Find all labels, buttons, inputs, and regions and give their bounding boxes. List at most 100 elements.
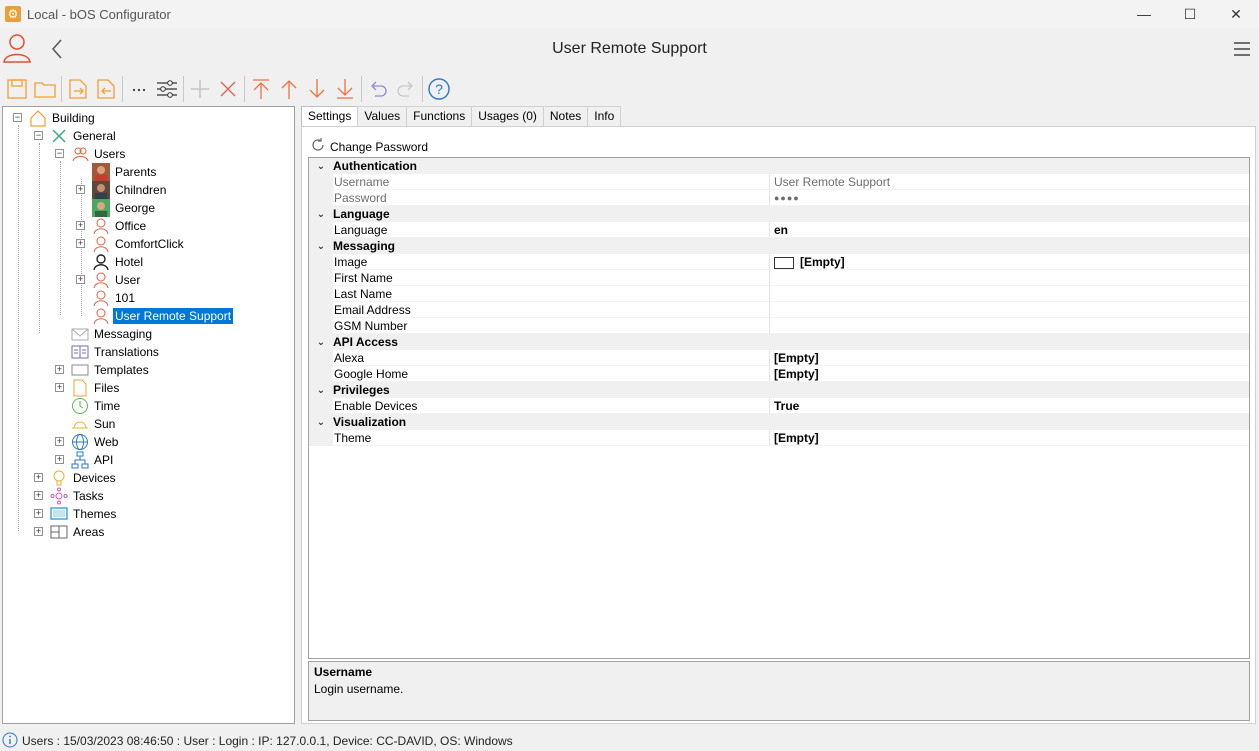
chevron-down-icon[interactable]: ⌄ [309, 385, 333, 396]
property-row-enable-devices[interactable]: Enable Devices True [309, 398, 1249, 414]
undo-icon[interactable] [364, 75, 392, 103]
tree-item-parents[interactable]: Parents [92, 163, 158, 181]
category-messaging[interactable]: ⌄ Messaging [309, 238, 1249, 254]
property-row-username[interactable]: Username User Remote Support [309, 174, 1249, 190]
property-row-first-name[interactable]: First Name [309, 270, 1249, 286]
expand-icon[interactable]: + [34, 473, 43, 482]
property-row-image[interactable]: Image [Empty] [309, 254, 1249, 270]
expand-icon[interactable]: + [76, 275, 85, 284]
category-visualization[interactable]: ⌄ Visualization [309, 414, 1249, 430]
category-privileges[interactable]: ⌄ Privileges [309, 382, 1249, 398]
change-password-button[interactable]: Change Password [310, 137, 428, 156]
collapse-icon[interactable]: − [55, 149, 64, 158]
tree-item-templates[interactable]: + Templates [53, 361, 151, 379]
tree-item-sun[interactable]: Sun [71, 415, 117, 433]
expand-icon[interactable]: + [55, 455, 64, 464]
expand-icon[interactable]: + [76, 221, 85, 230]
property-row-theme[interactable]: Theme [Empty] [309, 430, 1249, 446]
hamburger-menu-icon[interactable] [1233, 40, 1251, 61]
expand-icon[interactable]: + [76, 185, 85, 194]
expand-icon[interactable]: + [76, 239, 85, 248]
tree-item-hotel[interactable]: Hotel [92, 253, 145, 271]
tab-settings[interactable]: Settings [301, 106, 359, 127]
chevron-down-icon[interactable]: ⌄ [309, 161, 333, 172]
chevron-down-icon[interactable]: ⌄ [309, 337, 333, 348]
tree-item-chilndren[interactable]: + Chilndren [74, 181, 168, 199]
tree-item-time[interactable]: Time [71, 397, 122, 415]
tree-item-tasks[interactable]: + Tasks [32, 487, 106, 505]
import-icon[interactable] [92, 75, 120, 103]
tab-notes[interactable]: Notes [542, 106, 589, 126]
export-icon[interactable] [64, 75, 92, 103]
property-value[interactable]: [Empty] [770, 366, 1249, 382]
tree-item-api[interactable]: + API [53, 451, 115, 469]
tab-values[interactable]: Values [357, 106, 408, 126]
tree-item-general[interactable]: − General [32, 127, 118, 145]
tree-item-building[interactable]: − Building [11, 109, 97, 127]
tree-item-web[interactable]: + Web [53, 433, 120, 451]
help-icon[interactable]: ? [425, 75, 453, 103]
move-up-icon[interactable] [275, 75, 303, 103]
save-icon[interactable] [3, 75, 31, 103]
move-bottom-icon[interactable] [331, 75, 359, 103]
users-icon [71, 145, 89, 163]
chevron-down-icon[interactable]: ⌄ [309, 209, 333, 220]
tab-functions[interactable]: Functions [406, 106, 473, 126]
expand-icon[interactable]: + [34, 527, 43, 536]
tab-info[interactable]: Info [587, 106, 622, 126]
add-icon[interactable] [186, 75, 214, 103]
property-value[interactable]: True [770, 398, 1249, 414]
maximize-button[interactable]: ☐ [1167, 0, 1213, 28]
property-value[interactable] [770, 302, 1249, 318]
tree-item-users[interactable]: − Users [53, 145, 127, 163]
property-row-email[interactable]: Email Address [309, 302, 1249, 318]
expand-icon[interactable]: + [55, 365, 64, 374]
category-api-access[interactable]: ⌄ API Access [309, 334, 1249, 350]
property-value[interactable]: en [770, 222, 1249, 238]
redo-icon[interactable] [392, 75, 420, 103]
category-authentication[interactable]: ⌄ Authentication [309, 158, 1249, 174]
expand-icon[interactable]: + [34, 491, 43, 500]
delete-icon[interactable] [214, 75, 242, 103]
move-down-icon[interactable] [303, 75, 331, 103]
more-options-icon[interactable] [125, 75, 153, 103]
property-value[interactable] [770, 286, 1249, 302]
tree-item-office[interactable]: + Office [74, 217, 148, 235]
expand-icon[interactable]: + [34, 509, 43, 518]
property-row-gsm[interactable]: GSM Number [309, 318, 1249, 334]
tree-item-george[interactable]: George [92, 199, 157, 217]
property-row-google-home[interactable]: Google Home [Empty] [309, 366, 1249, 382]
chevron-down-icon[interactable]: ⌄ [309, 417, 333, 428]
expand-icon[interactable]: + [55, 437, 64, 446]
property-row-last-name[interactable]: Last Name [309, 286, 1249, 302]
open-folder-icon[interactable] [31, 75, 59, 103]
tree-item-user-remote-support[interactable]: User Remote Support [92, 307, 234, 325]
tab-usages[interactable]: Usages (0) [471, 106, 544, 126]
property-value[interactable] [770, 270, 1249, 286]
property-row-language[interactable]: Language en [309, 222, 1249, 238]
minimize-button[interactable]: — [1121, 0, 1167, 28]
tree-item-comfortclick[interactable]: + ComfortClick [74, 235, 186, 253]
tree-item-user[interactable]: + User [74, 271, 142, 289]
tree-item-themes[interactable]: + Themes [32, 505, 118, 523]
property-value[interactable] [770, 318, 1249, 334]
property-value[interactable]: [Empty] [770, 254, 1249, 270]
move-top-icon[interactable] [247, 75, 275, 103]
property-row-alexa[interactable]: Alexa [Empty] [309, 350, 1249, 366]
property-value[interactable]: [Empty] [770, 430, 1249, 446]
tree-item-101[interactable]: 101 [92, 289, 137, 307]
tree-item-messaging[interactable]: Messaging [71, 325, 154, 343]
tree-item-files[interactable]: + Files [53, 379, 121, 397]
property-value[interactable]: [Empty] [770, 350, 1249, 366]
property-row-password[interactable]: Password ●●●● [309, 190, 1249, 206]
collapse-icon[interactable]: − [13, 113, 22, 122]
properties-sliders-icon[interactable] [153, 75, 181, 103]
tree-item-areas[interactable]: + Areas [32, 523, 106, 541]
expand-icon[interactable]: + [55, 383, 64, 392]
tree-item-translations[interactable]: Translations [71, 343, 161, 361]
close-button[interactable]: ✕ [1213, 0, 1259, 28]
category-language[interactable]: ⌄ Language [309, 206, 1249, 222]
chevron-down-icon[interactable]: ⌄ [309, 241, 333, 252]
tree-item-devices[interactable]: + Devices [32, 469, 118, 487]
collapse-icon[interactable]: − [34, 131, 43, 140]
